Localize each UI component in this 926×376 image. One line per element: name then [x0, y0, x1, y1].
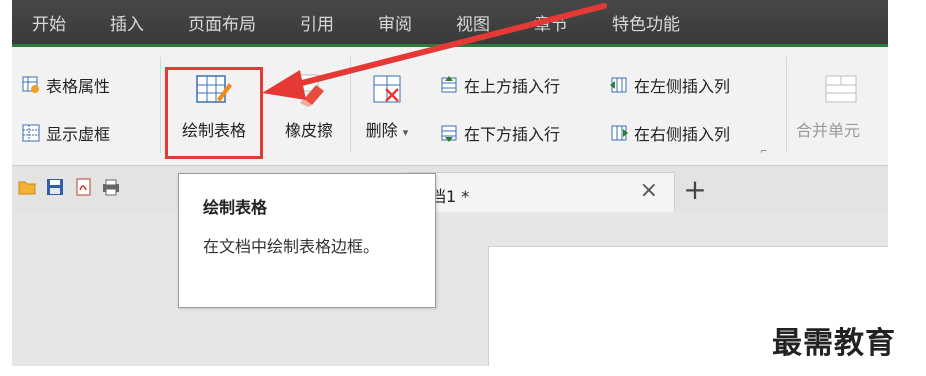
watermark: 最需教育 — [772, 326, 896, 361]
